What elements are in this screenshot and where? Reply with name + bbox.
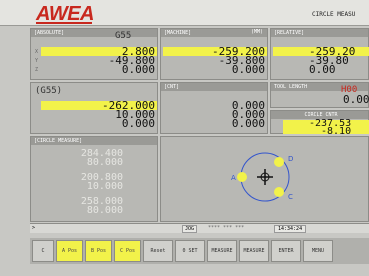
status-stars: **** *** ***	[208, 225, 245, 231]
tool-length-value: 0.00	[343, 93, 369, 106]
panel-title: [RELATIVE]	[271, 29, 368, 37]
point-c-label: C	[288, 193, 293, 201]
point-d-label: D	[288, 155, 293, 163]
point-b-y: 10.000	[86, 181, 123, 192]
softkey-reset[interactable]: Reset	[143, 240, 173, 262]
screen-title: CIRCLE MEASU	[312, 11, 356, 18]
count-panel: [CNT] 0.000 0.000 0.000	[160, 82, 268, 134]
work-offset-code: G55	[115, 31, 132, 41]
softkey-zero-set[interactable]: 0 SET	[175, 240, 205, 262]
axis-label-z: Z	[35, 67, 39, 73]
g55-z-value: 0.000	[121, 117, 155, 130]
center-y-value: -8.10	[321, 126, 352, 137]
circle-measure-panel: [CIRCLE MEASURE] 284.400 80.000 200.800 …	[30, 136, 158, 222]
clock: 14:34:24	[274, 225, 307, 233]
softkey-a-pos[interactable]: A Pos	[56, 240, 83, 262]
abs-z-value: 0.000	[121, 63, 155, 76]
command-prompt[interactable]: >	[32, 225, 35, 231]
count-value-3: 0.000	[231, 117, 265, 130]
tool-length-panel: TOOL LENGTH H00 0.00	[270, 82, 369, 108]
point-a-label: A	[231, 174, 236, 182]
softkey-measure-2[interactable]: MEASURE	[239, 240, 269, 262]
softkey-measure-1[interactable]: MEASURE	[207, 240, 237, 262]
status-bar: > JOG **** *** *** 14:34:24	[30, 223, 369, 233]
panel-title: [CNT]	[161, 83, 267, 91]
unit-tag: (MM)	[250, 29, 263, 35]
point-c-marker	[274, 187, 284, 197]
axis-label-x: X	[35, 49, 39, 55]
point-a-y: 80.000	[86, 157, 123, 168]
work-offset-code: (G55)	[35, 86, 63, 96]
softkey-enter[interactable]: ENTER	[271, 240, 301, 262]
relative-panel: [RELATIVE] -259.20 -39.80 0.00	[270, 28, 369, 80]
panel-title: [ABSOLUTE]	[31, 29, 157, 37]
machine-panel: [MACHINE] (MM) -259.200 -39.800 0.000	[160, 28, 268, 80]
softkey-c[interactable]: C	[32, 240, 54, 262]
machine-z-value: 0.000	[231, 63, 265, 76]
point-a-marker	[237, 172, 247, 182]
point-c-y: 80.000	[86, 205, 123, 216]
absolute-panel: [ABSOLUTE] G55 X Y Z 2.800 -49.800 0.000	[30, 28, 158, 80]
mode-indicator: JOG	[182, 225, 198, 233]
point-b-marker	[274, 157, 284, 167]
softkey-b-pos[interactable]: B Pos	[85, 240, 112, 262]
relative-z-value: 0.00	[309, 63, 336, 76]
softkey-menu[interactable]: MENU	[303, 240, 333, 262]
axis-label-y: Y	[35, 58, 39, 64]
circle-center-panel: CIRCLE CNTR -237.53 -8.10	[270, 110, 369, 137]
circle-diagram: A D C	[231, 152, 293, 202]
circle-diagram-panel: A D C	[160, 136, 369, 222]
panel-title: [CIRCLE MEASURE]	[31, 137, 157, 145]
g55-panel: (G55) -262.000 10.000 0.000	[30, 82, 158, 134]
softkey-c-pos[interactable]: C Pos	[114, 240, 141, 262]
logo-underline	[36, 22, 92, 24]
